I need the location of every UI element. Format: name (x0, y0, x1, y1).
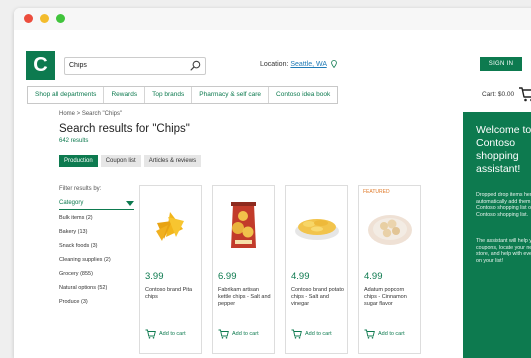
filter-option[interactable]: Cleaning supplies (2) (59, 257, 134, 263)
category-label: Category (59, 200, 84, 206)
tab-articles-reviews[interactable]: Articles & reviews (143, 155, 202, 167)
browser-window: C Location: Seattle, WA SIGN IN Cart: $0… (14, 8, 531, 358)
breadcrumb[interactable]: Home > Search "Chips" (59, 111, 122, 117)
cart-icon (364, 329, 375, 339)
product-card[interactable]: 4.99 Contoso brand potato chips - Salt a… (285, 185, 348, 354)
product-image[interactable] (216, 198, 271, 253)
location-label: Location: (260, 60, 289, 68)
product-price: 4.99 (291, 271, 310, 282)
tab-production[interactable]: Production (59, 155, 98, 167)
category-dropdown[interactable]: Category (59, 200, 134, 210)
product-price: 6.99 (218, 271, 237, 282)
nav-pharmacy[interactable]: Pharmacy & self care (192, 87, 270, 103)
nav-top-brands[interactable]: Top brands (145, 87, 193, 103)
filter-option[interactable]: Natural options (52) (59, 285, 134, 291)
shopping-assistant-panel: Welcome to the Contoso shopping assistan… (463, 112, 531, 358)
filter-option[interactable]: Bakery (13) (59, 229, 134, 235)
filter-option[interactable]: Snack foods (3) (59, 243, 134, 249)
add-to-cart-label: Add to cart (159, 331, 186, 337)
product-image[interactable] (143, 198, 198, 253)
product-card[interactable]: 3.99 Contoso brand Pita chips Add to car… (139, 185, 202, 354)
assistant-help-text: The assistant will help you find coupons… (476, 238, 531, 264)
minimize-window-button[interactable] (40, 14, 49, 23)
search-icon[interactable] (190, 60, 201, 71)
add-to-cart-label: Add to cart (232, 331, 259, 337)
product-image[interactable] (362, 198, 417, 253)
product-card[interactable]: FEATURED 4.99 Adatum popcorn chips - Cin… (358, 185, 421, 354)
assistant-heading: Welcome to the Contoso shopping assistan… (476, 124, 531, 175)
chevron-down-icon (126, 200, 134, 206)
page-title: Search results for "Chips" (59, 123, 190, 135)
tab-coupon-list[interactable]: Coupon list (100, 155, 141, 167)
product-name[interactable]: Contoso brand Pita chips (145, 287, 199, 301)
product-name[interactable]: Fabrikam artisan kettle chips - Salt and… (218, 287, 272, 308)
title-bar (14, 8, 531, 30)
add-to-cart-label: Add to cart (378, 331, 405, 337)
pin-icon (330, 60, 337, 68)
filter-panel: Filter results by: Category Bulk items (… (59, 186, 134, 313)
location-city-link[interactable]: Seattle, WA (290, 61, 326, 68)
cart-icon (291, 329, 302, 339)
close-window-button[interactable] (24, 14, 33, 23)
filter-option[interactable]: Bulk items (2) (59, 215, 134, 221)
add-to-cart-label: Add to cart (305, 331, 332, 337)
featured-badge: FEATURED (363, 189, 390, 195)
location-info: Location: Seattle, WA (260, 60, 337, 68)
assistant-description: Dropped drop items here to automatically… (476, 192, 531, 218)
cart-summary[interactable]: Cart: $0.00 (482, 86, 531, 102)
product-price: 3.99 (145, 271, 164, 282)
add-to-cart-button[interactable]: Add to cart (364, 329, 405, 339)
product-card[interactable]: 6.99 Fabrikam artisan kettle chips - Sal… (212, 185, 275, 354)
filter-heading: Filter results by: (59, 186, 102, 192)
cart-icon[interactable] (518, 86, 531, 102)
maximize-window-button[interactable] (56, 14, 65, 23)
result-count: 642 results (59, 138, 89, 144)
main-nav: Shop all departments Rewards Top brands … (27, 86, 339, 104)
product-grid: 3.99 Contoso brand Pita chips Add to car… (139, 185, 421, 354)
nav-rewards[interactable]: Rewards (104, 87, 146, 103)
filter-option[interactable]: Produce (3) (59, 299, 134, 305)
cart-icon (145, 329, 156, 339)
nav-idea-book[interactable]: Contoso idea book (269, 87, 337, 103)
product-name[interactable]: Adatum popcorn chips - Cinnamon sugar fl… (364, 287, 418, 308)
product-name[interactable]: Contoso brand potato chips - Salt and vi… (291, 287, 345, 308)
add-to-cart-button[interactable]: Add to cart (218, 329, 259, 339)
search-input[interactable] (69, 59, 179, 72)
nav-shop-all-departments[interactable]: Shop all departments (28, 87, 105, 103)
result-tabs: Production Coupon list Articles & review… (59, 155, 202, 167)
cart-total: Cart: $0.00 (482, 90, 515, 98)
cart-icon (218, 329, 229, 339)
add-to-cart-button[interactable]: Add to cart (145, 329, 186, 339)
add-to-cart-button[interactable]: Add to cart (291, 329, 332, 339)
sign-in-button[interactable]: SIGN IN (480, 57, 522, 71)
search-box (64, 57, 206, 75)
filter-option[interactable]: Grocery (855) (59, 271, 134, 277)
contoso-logo[interactable]: C (26, 51, 55, 80)
product-image[interactable] (289, 198, 344, 253)
product-price: 4.99 (364, 271, 383, 282)
